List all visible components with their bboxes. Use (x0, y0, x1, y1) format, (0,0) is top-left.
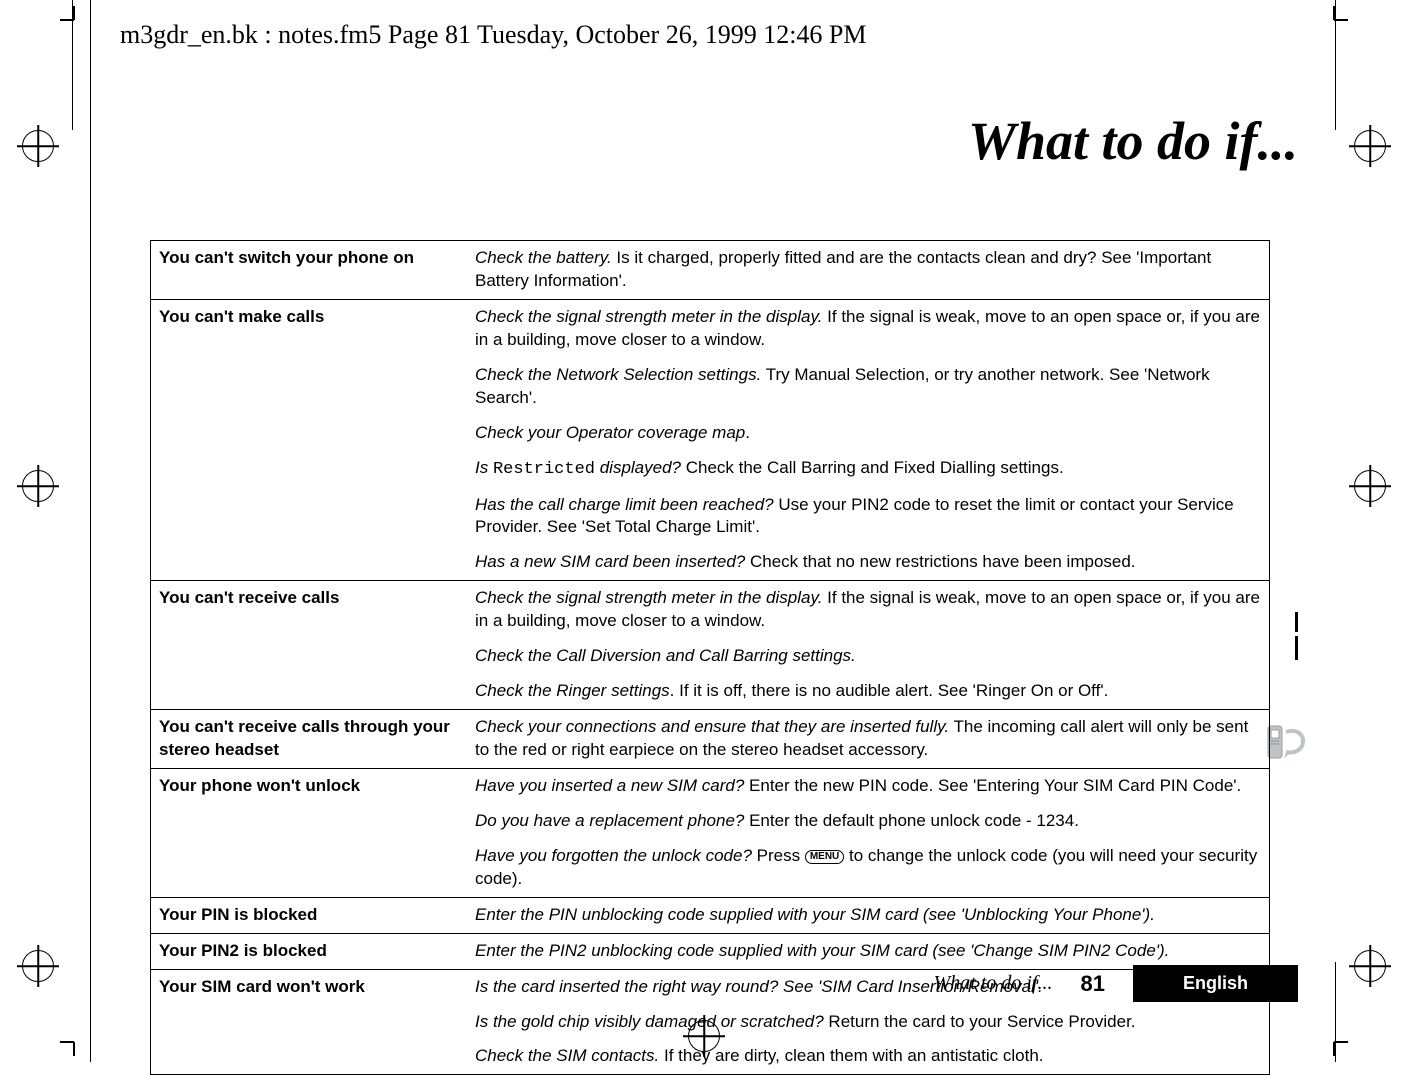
menu-key-icon: MENU (805, 850, 844, 864)
page-rule (72, 0, 73, 130)
registration-mark-icon (1354, 950, 1386, 982)
phone-note-icon (1264, 720, 1308, 764)
table-row-header (151, 1005, 468, 1040)
table-row-header (151, 839, 468, 897)
footer-page-number: 81 (1081, 971, 1105, 997)
table-row-header (151, 416, 468, 451)
table-row-header: You can't receive calls through your ste… (151, 710, 468, 769)
change-bar (1295, 636, 1298, 660)
crop-mark-icon (1320, 6, 1348, 34)
chapter-title: What to do if... (968, 110, 1298, 172)
table-row-body: Check the Ringer settings. If it is off,… (467, 674, 1270, 709)
table-row-header (151, 451, 468, 488)
table-row-body: Check the signal strength meter in the d… (467, 299, 1270, 357)
table-row-body: Enter the PIN unblocking code supplied w… (467, 897, 1270, 933)
registration-mark-icon (22, 950, 54, 982)
change-bar (1295, 612, 1298, 632)
footer-section-title: What to do if... (934, 972, 1053, 995)
page-rule (90, 0, 91, 1062)
table-row-header: Your PIN2 is blocked (151, 933, 468, 969)
table-row-body: Is the gold chip visibly damaged or scra… (467, 1005, 1270, 1040)
table-row-header (151, 1039, 468, 1074)
page-rule (1335, 962, 1336, 1062)
registration-mark-icon (1354, 130, 1386, 162)
table-row-body: Check your Operator coverage map. (467, 416, 1270, 451)
troubleshooting-table: You can't switch your phone onCheck the … (150, 240, 1270, 1075)
table-row-body: Check the Network Selection settings. Tr… (467, 358, 1270, 416)
registration-mark-icon (1354, 470, 1386, 502)
table-row-header: You can't receive calls (151, 581, 468, 639)
table-row-body: Is Restricted displayed? Check the Call … (467, 451, 1270, 488)
table-row-body: Check the SIM contacts. If they are dirt… (467, 1039, 1270, 1074)
table-row-header (151, 674, 468, 709)
table-row-header: Your PIN is blocked (151, 897, 468, 933)
table-row-header: You can't make calls (151, 299, 468, 357)
table-row-header (151, 545, 468, 580)
crop-mark-icon (1320, 1028, 1348, 1056)
table-row-header (151, 804, 468, 839)
table-row-header: Your SIM card won't work (151, 969, 468, 1004)
table-row-body: Has the call charge limit been reached? … (467, 488, 1270, 546)
table-row-body: Do you have a replacement phone? Enter t… (467, 804, 1270, 839)
table-row-header (151, 639, 468, 674)
table-row-body: Have you forgotten the unlock code? Pres… (467, 839, 1270, 897)
running-head: m3gdr_en.bk : notes.fm5 Page 81 Tuesday,… (120, 20, 867, 50)
registration-mark-icon (22, 130, 54, 162)
page-footer: What to do if... 81 English (934, 965, 1298, 1002)
table-row-header: You can't switch your phone on (151, 241, 468, 300)
table-row-body: Check the signal strength meter in the d… (467, 581, 1270, 639)
registration-mark-icon (22, 470, 54, 502)
footer-language-badge: English (1133, 965, 1298, 1002)
table-row-body: Check the battery. Is it charged, proper… (467, 241, 1270, 300)
crop-mark-icon (60, 1028, 88, 1056)
page-rule (1335, 0, 1336, 130)
crop-mark-icon (60, 6, 88, 34)
table-row-header: Your phone won't unlock (151, 768, 468, 803)
table-row-body: Have you inserted a new SIM card? Enter … (467, 768, 1270, 803)
table-row-header (151, 358, 468, 416)
table-row-body: Check the Call Diversion and Call Barrin… (467, 639, 1270, 674)
table-row-body: Has a new SIM card been inserted? Check … (467, 545, 1270, 580)
table-row-body: Enter the PIN2 unblocking code supplied … (467, 933, 1270, 969)
table-row-header (151, 488, 468, 546)
table-row-body: Check your connections and ensure that t… (467, 710, 1270, 769)
